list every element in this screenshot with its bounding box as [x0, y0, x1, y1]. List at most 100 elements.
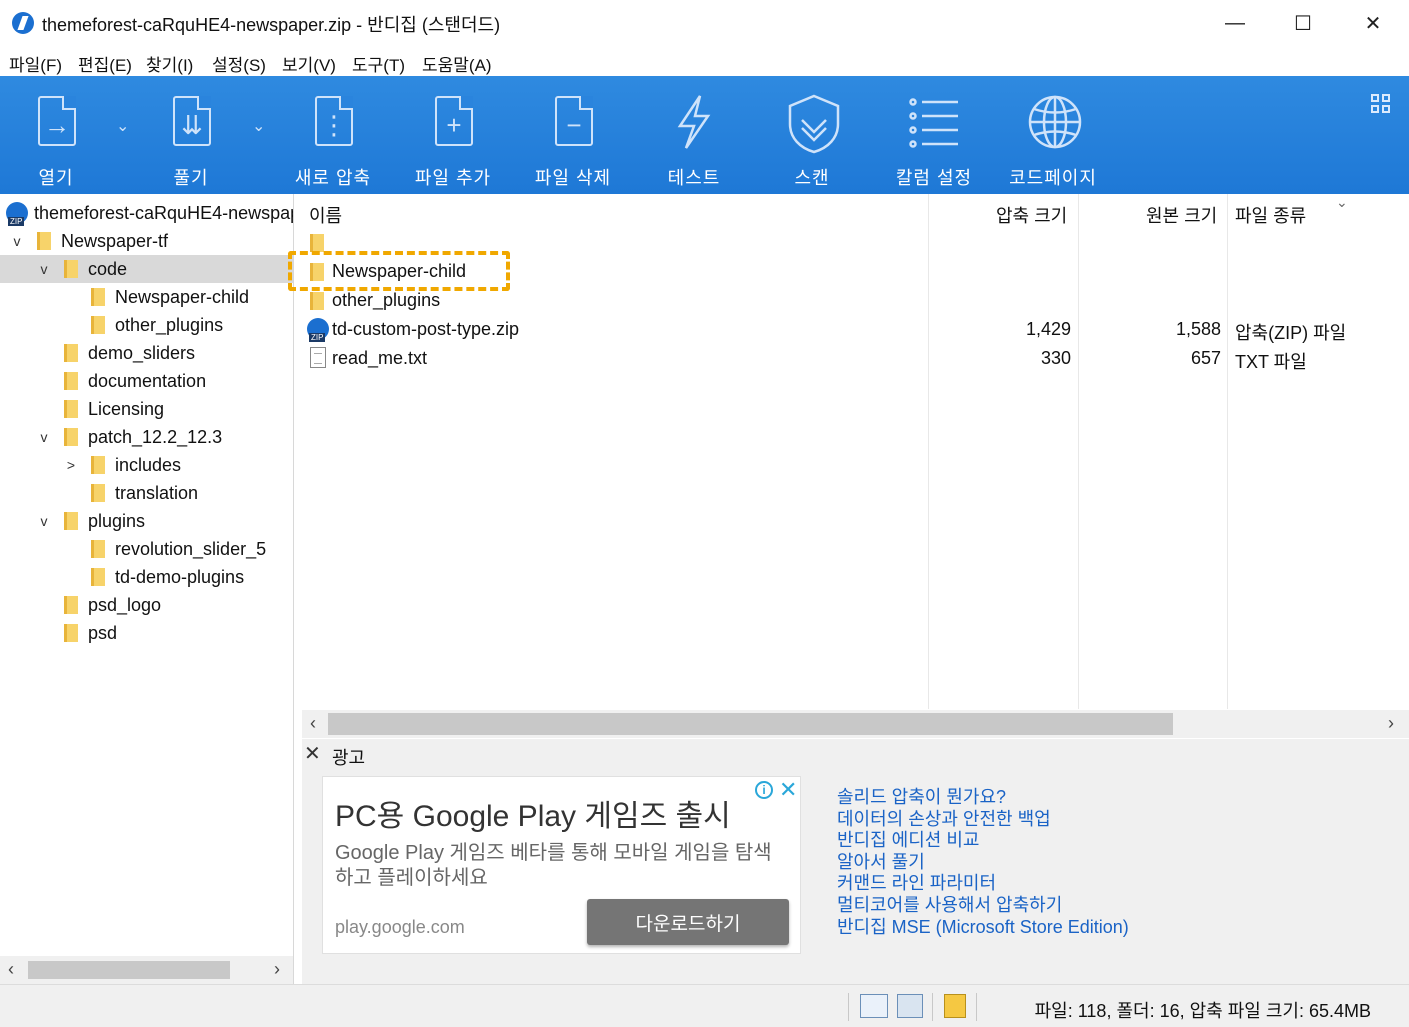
tree-item[interactable]: Newspaper-child [0, 283, 293, 311]
highlight-annotation-box [288, 251, 510, 291]
file-name: other_plugins [332, 290, 441, 310]
tree-item-label: psd [88, 622, 118, 643]
new-archive-icon: ⋮ [307, 94, 359, 150]
details-view-icon[interactable] [860, 994, 888, 1018]
extract-dropdown-chevron-icon[interactable]: ⌄ [252, 116, 265, 136]
expander-chevron-icon[interactable]: v [37, 429, 51, 445]
file-name: td-custom-post-type.zip [332, 319, 520, 339]
tree-item[interactable]: v plugins [0, 507, 293, 535]
help-link[interactable]: 반디집 MSE (Microsoft Store Edition) [837, 917, 1129, 939]
tree-item[interactable]: revolution_slider_5 [0, 535, 293, 563]
ad-header: ✕ 광고 [302, 739, 1409, 769]
open-dropdown-chevron-icon[interactable]: ⌄ [116, 116, 129, 136]
ad-url[interactable]: play.google.com [335, 917, 465, 938]
ad-title[interactable]: PC용 Google Play 게임즈 출시 [335, 791, 731, 835]
menu-view[interactable]: 보기(V) [282, 51, 336, 76]
close-button[interactable]: ✕ [1338, 0, 1408, 46]
expander-chevron-icon[interactable]: v [37, 261, 51, 277]
menu-file[interactable]: 파일(F) [9, 51, 62, 76]
scroll-right-arrow-icon[interactable]: › [274, 959, 280, 980]
text-file-icon [310, 347, 326, 368]
expander-chevron-icon[interactable]: v [37, 513, 51, 529]
delete-file-button[interactable]: − 파일 삭제 [534, 76, 612, 194]
open-button[interactable]: → 열기 [28, 76, 84, 194]
folder-icon [91, 316, 105, 334]
tree-item[interactable]: v Newspaper-tf [0, 227, 293, 255]
tree-item[interactable]: translation [0, 479, 293, 507]
scan-button[interactable]: 스캔 [784, 76, 840, 194]
tree-item[interactable]: v patch_12.2_12.3 [0, 423, 293, 451]
tree-item[interactable]: > includes [0, 451, 293, 479]
scroll-right-arrow-icon[interactable]: › [1388, 713, 1394, 734]
menu-edit[interactable]: 편집(E) [78, 51, 132, 76]
ad-close-icon[interactable]: ✕ [779, 777, 797, 803]
packed-size: 1,429 [1025, 319, 1071, 339]
help-link[interactable]: 커맨드 라인 파라미터 [837, 873, 1129, 895]
scroll-left-arrow-icon[interactable]: ‹ [8, 959, 14, 980]
minimize-button[interactable]: — [1200, 0, 1270, 46]
table-row[interactable]: ZIP td-custom-post-type.zip 1,429 1,588 … [302, 315, 1409, 344]
help-link[interactable]: 데이터의 손상과 안전한 백업 [837, 809, 1129, 831]
archive-info-icon[interactable] [944, 994, 966, 1018]
folder-icon [64, 260, 78, 278]
tree-item[interactable]: td-demo-plugins [0, 563, 293, 591]
ad-info-icon[interactable]: i [755, 781, 773, 799]
scrollbar-thumb[interactable] [328, 713, 1173, 735]
ad-download-button[interactable]: 다운로드하기 [587, 899, 789, 945]
menu-tools[interactable]: 도구(T) [352, 51, 405, 76]
help-link[interactable]: 알아서 풀기 [837, 852, 1129, 874]
column-header-original-size[interactable]: 원본 크기 [1146, 202, 1217, 228]
tree-item-label: translation [115, 482, 199, 503]
menu-find[interactable]: 찾기(I) [146, 51, 193, 76]
help-link[interactable]: 멀티코어를 사용해서 압축하기 [837, 895, 1129, 917]
folder-icon [310, 234, 324, 252]
tree-item[interactable]: documentation [0, 367, 293, 395]
tree-horizontal-scrollbar[interactable]: ‹ › [0, 956, 294, 984]
codepage-button[interactable]: 코드페이지 [1006, 76, 1100, 194]
help-link[interactable]: 솔리드 압축이 뭔가요? [837, 787, 1129, 809]
scrollbar-thumb[interactable] [28, 961, 230, 979]
ad-label: 광고 [332, 748, 366, 768]
folder-icon [91, 568, 105, 586]
file-list-horizontal-scrollbar[interactable]: ‹ › [302, 710, 1409, 738]
tree-root-archive[interactable]: ZIP themeforest-caRquHE4-newspaper [0, 199, 294, 227]
tree-item[interactable]: other_plugins [0, 311, 293, 339]
tree-item-label: revolution_slider_5 [115, 538, 267, 559]
help-link[interactable]: 반디집 에디션 비교 [837, 830, 1129, 852]
test-label: 테스트 [667, 168, 721, 188]
scroll-left-arrow-icon[interactable]: ‹ [310, 713, 316, 734]
tree-item[interactable]: demo_sliders [0, 339, 293, 367]
tree-item[interactable]: Licensing [0, 395, 293, 423]
tree-item-selected[interactable]: v code [0, 255, 293, 283]
menu-settings[interactable]: 설정(S) [212, 51, 266, 76]
close-ad-icon[interactable]: ✕ [304, 741, 321, 766]
folder-icon [310, 292, 324, 310]
table-row[interactable]: read_me.txt 330 657 TXT 파일 [302, 344, 1409, 373]
add-file-button[interactable]: + 파일 추가 [414, 76, 492, 194]
status-divider [848, 993, 849, 1021]
new-archive-button[interactable]: ⋮ 새로 압축 [294, 76, 372, 194]
column-header-file-type[interactable]: 파일 종류 [1235, 202, 1306, 228]
extract-button[interactable]: ⇊ 풀기 [163, 76, 219, 194]
column-header-name[interactable]: 이름 [309, 202, 342, 228]
zip-file-icon: ZIP [307, 318, 329, 342]
tree-item[interactable]: psd_logo [0, 591, 293, 619]
help-links: 솔리드 압축이 뭔가요? 데이터의 손상과 안전한 백업 반디집 에디션 비교 … [837, 787, 1129, 938]
column-settings-button[interactable]: 칼럼 설정 [894, 76, 974, 194]
new-archive-label: 새로 압축 [294, 168, 372, 188]
preview-view-icon[interactable] [897, 994, 923, 1018]
sort-chevron-icon[interactable]: ⌄ [1336, 194, 1348, 211]
folder-icon [64, 428, 78, 446]
maximize-button[interactable]: ☐ [1268, 0, 1338, 46]
expander-chevron-icon[interactable]: v [10, 233, 24, 249]
column-header-packed-size[interactable]: 압축 크기 [996, 202, 1067, 228]
tree-root-label: themeforest-caRquHE4-newspaper [34, 202, 294, 223]
extract-label: 풀기 [173, 168, 209, 188]
ad-card[interactable]: PC용 Google Play 게임즈 출시 Google Play 게임즈 베… [322, 776, 801, 954]
column-settings-label: 칼럼 설정 [895, 168, 973, 188]
tree-item[interactable]: psd [0, 619, 293, 647]
layout-grid-icon[interactable] [1371, 94, 1391, 114]
expander-chevron-icon[interactable]: > [64, 457, 78, 473]
menu-help[interactable]: 도움말(A) [422, 51, 492, 76]
test-button[interactable]: 테스트 [664, 76, 724, 194]
